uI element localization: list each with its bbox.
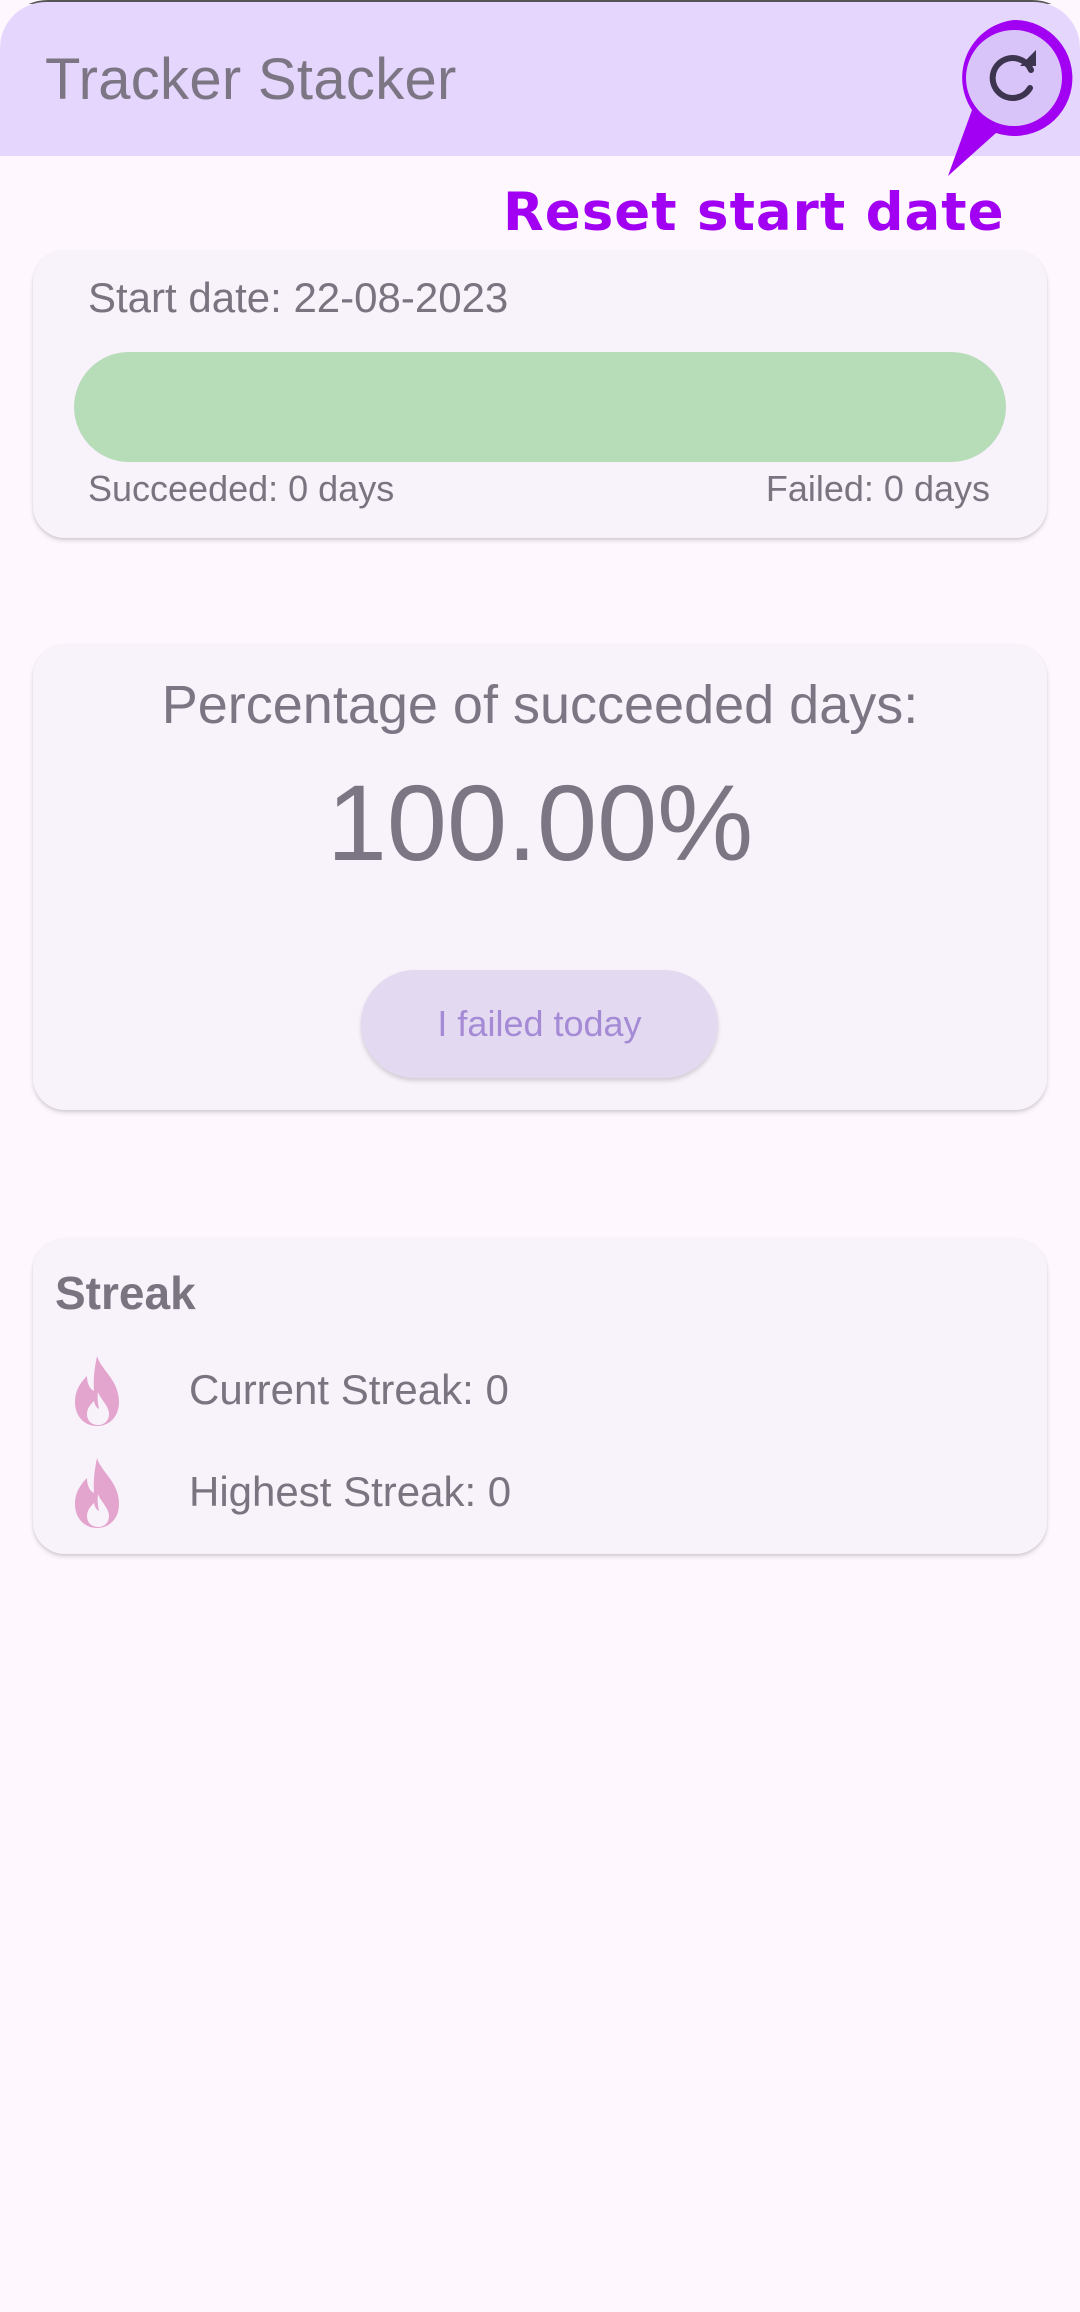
streak-title: Streak <box>55 1267 196 1319</box>
current-streak-text: Current Streak: 0 <box>189 1366 509 1413</box>
progress-bar <box>74 352 1006 462</box>
start-date-card: Start date: 22-08-2023 Succeeded: 0 days… <box>33 250 1047 538</box>
failed-days-label: Failed: 0 days <box>765 468 990 509</box>
progress-fill <box>74 352 1006 462</box>
reset-start-date-button[interactable] <box>948 14 1080 176</box>
streak-card: Streak Current Streak: 0 Highest Streak:… <box>33 1238 1047 1554</box>
succeeded-days-label: Succeeded: 0 days <box>88 468 395 509</box>
app-bar: Tracker Stacker <box>0 2 1080 156</box>
start-date-text: Start date: 22-08-2023 <box>88 274 509 321</box>
screen: Tracker Stacker Reset start date Start d… <box>0 0 1080 2312</box>
app-title: Tracker Stacker <box>45 47 457 112</box>
percentage-heading: Percentage of succeeded days: <box>161 675 919 735</box>
highest-streak-text: Highest Streak: 0 <box>189 1468 512 1515</box>
flame-icon <box>75 1356 119 1426</box>
highest-streak-row: Highest Streak: 0 <box>67 1456 967 1536</box>
percentage-value: 100.00% <box>326 762 754 883</box>
percentage-card: Percentage of succeeded days: 100.00% I … <box>33 644 1047 1110</box>
current-streak-row: Current Streak: 0 <box>67 1354 967 1434</box>
failed-today-button[interactable]: I failed today <box>361 970 718 1078</box>
flame-icon <box>75 1458 119 1528</box>
annotation-label: Reset start date <box>503 182 1005 243</box>
